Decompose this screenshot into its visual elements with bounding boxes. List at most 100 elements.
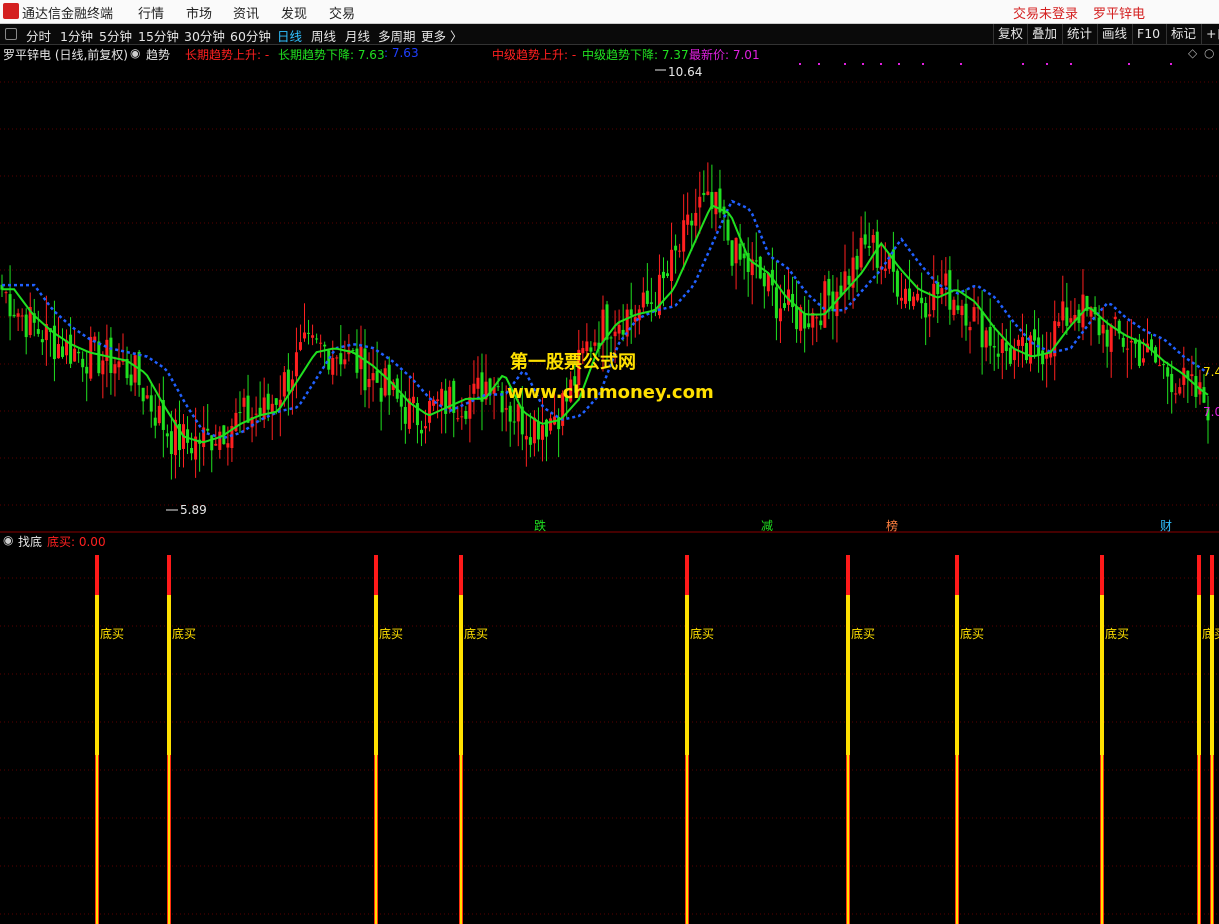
candle-down [666,273,670,276]
candle-down [286,369,290,392]
candle-up [1020,337,1024,346]
signal-bar-core [1198,595,1200,924]
candle-down [169,431,173,455]
panel-expand-icon[interactable]: ◇ [1188,46,1197,60]
signal-label: 底买 [1105,626,1129,641]
candle-up [117,361,121,368]
candle-up [968,326,972,331]
candle-up [899,297,903,301]
candle-up [1016,339,1020,346]
candle-down [69,334,73,364]
legend-last-price: 最新价: 7.01 [689,48,760,62]
top-dot-marker [818,63,820,65]
candle-up [698,196,702,208]
candle-up [214,443,218,446]
candle-up [383,368,387,396]
candle-down [754,260,758,262]
candle-down [97,341,101,374]
signal-bar-core [956,595,958,924]
candle-up [367,379,371,388]
candle-up [714,191,718,215]
chart-canvas[interactable]: 底买底买底买底买底买底买底买底买底买 [0,0,1219,924]
signal-bar-core [460,595,462,924]
candle-down [1202,387,1206,403]
sub-indicator-toggle-icon[interactable]: ◉ [3,533,13,547]
candle-up [1125,348,1129,350]
event-label[interactable]: 榜 [886,517,898,534]
candle-down [831,291,835,312]
candle-down [738,243,742,260]
candle-up [952,299,956,316]
candle-up [613,331,617,337]
event-label[interactable]: 减 [761,517,773,534]
candle-up [335,357,339,359]
signal-bar-core [96,595,98,924]
candle-up [242,397,246,407]
candle-down [1170,373,1174,393]
candle-up [823,281,827,328]
indicator-toggle-icon[interactable]: ◉ [130,46,140,60]
candle-up [1012,348,1016,361]
signal-label: 底买 [172,626,196,641]
candle-up [859,237,863,268]
candle-down [274,398,278,405]
candle-down [863,234,867,245]
candle-down [742,253,746,259]
sub-indicator-name[interactable]: 找底 [18,533,42,550]
signal-bar-core [375,595,377,924]
candle-up [476,377,480,389]
candle-down [85,366,89,374]
candle-up [532,417,536,444]
candle-up [440,388,444,406]
candle-up [456,418,460,420]
candle-down [512,421,516,423]
candle-down [819,320,823,326]
candle-up [1109,325,1113,352]
candle-down [351,349,355,351]
signal-label: 底买 [464,626,488,641]
candle-down [141,387,145,402]
candle-up [113,364,117,374]
candle-down [238,412,242,414]
signal-bar-top [167,555,171,595]
candle-down [536,421,540,440]
top-dot-marker [799,63,801,65]
candle-down [867,246,871,248]
signal-bar-core [847,595,849,924]
candle-down [339,353,343,365]
indicator-name[interactable]: 趋势 [146,46,170,63]
candle-up [1158,365,1162,367]
candle-down [964,303,968,326]
watermark-url: www.chnmoney.com [507,382,714,403]
candle-down [24,314,28,338]
top-dot-marker [1170,63,1172,65]
candle-down [988,326,992,346]
candle-down [12,314,16,317]
candle-down [186,429,190,443]
candle-up [303,332,307,339]
candle-up [1061,301,1065,321]
panel-close-icon[interactable]: ○ [1204,46,1214,60]
event-label[interactable]: 财 [1160,517,1172,534]
event-label[interactable]: 跌 [534,517,546,534]
signal-bar-core [1211,595,1213,924]
candle-up [411,396,415,404]
top-dot-marker [844,63,846,65]
candle-up [871,235,875,243]
candle-up [670,249,674,281]
sub-indicator-legend: 底买: 0.00 [47,535,106,549]
candle-down [52,325,56,360]
candle-up [972,307,976,322]
signal-bar-top [955,555,959,595]
candle-down [1024,342,1028,361]
signal-bar-core [1101,595,1103,924]
candle-down [419,429,423,434]
candle-down [956,305,960,311]
candle-up [226,443,230,448]
candle-up [778,308,782,322]
candle-down [795,306,799,330]
candle-up [1000,339,1004,353]
candle-down [661,271,665,279]
low-marker-label: 5.89 [180,503,207,517]
candle-down [1065,307,1069,326]
